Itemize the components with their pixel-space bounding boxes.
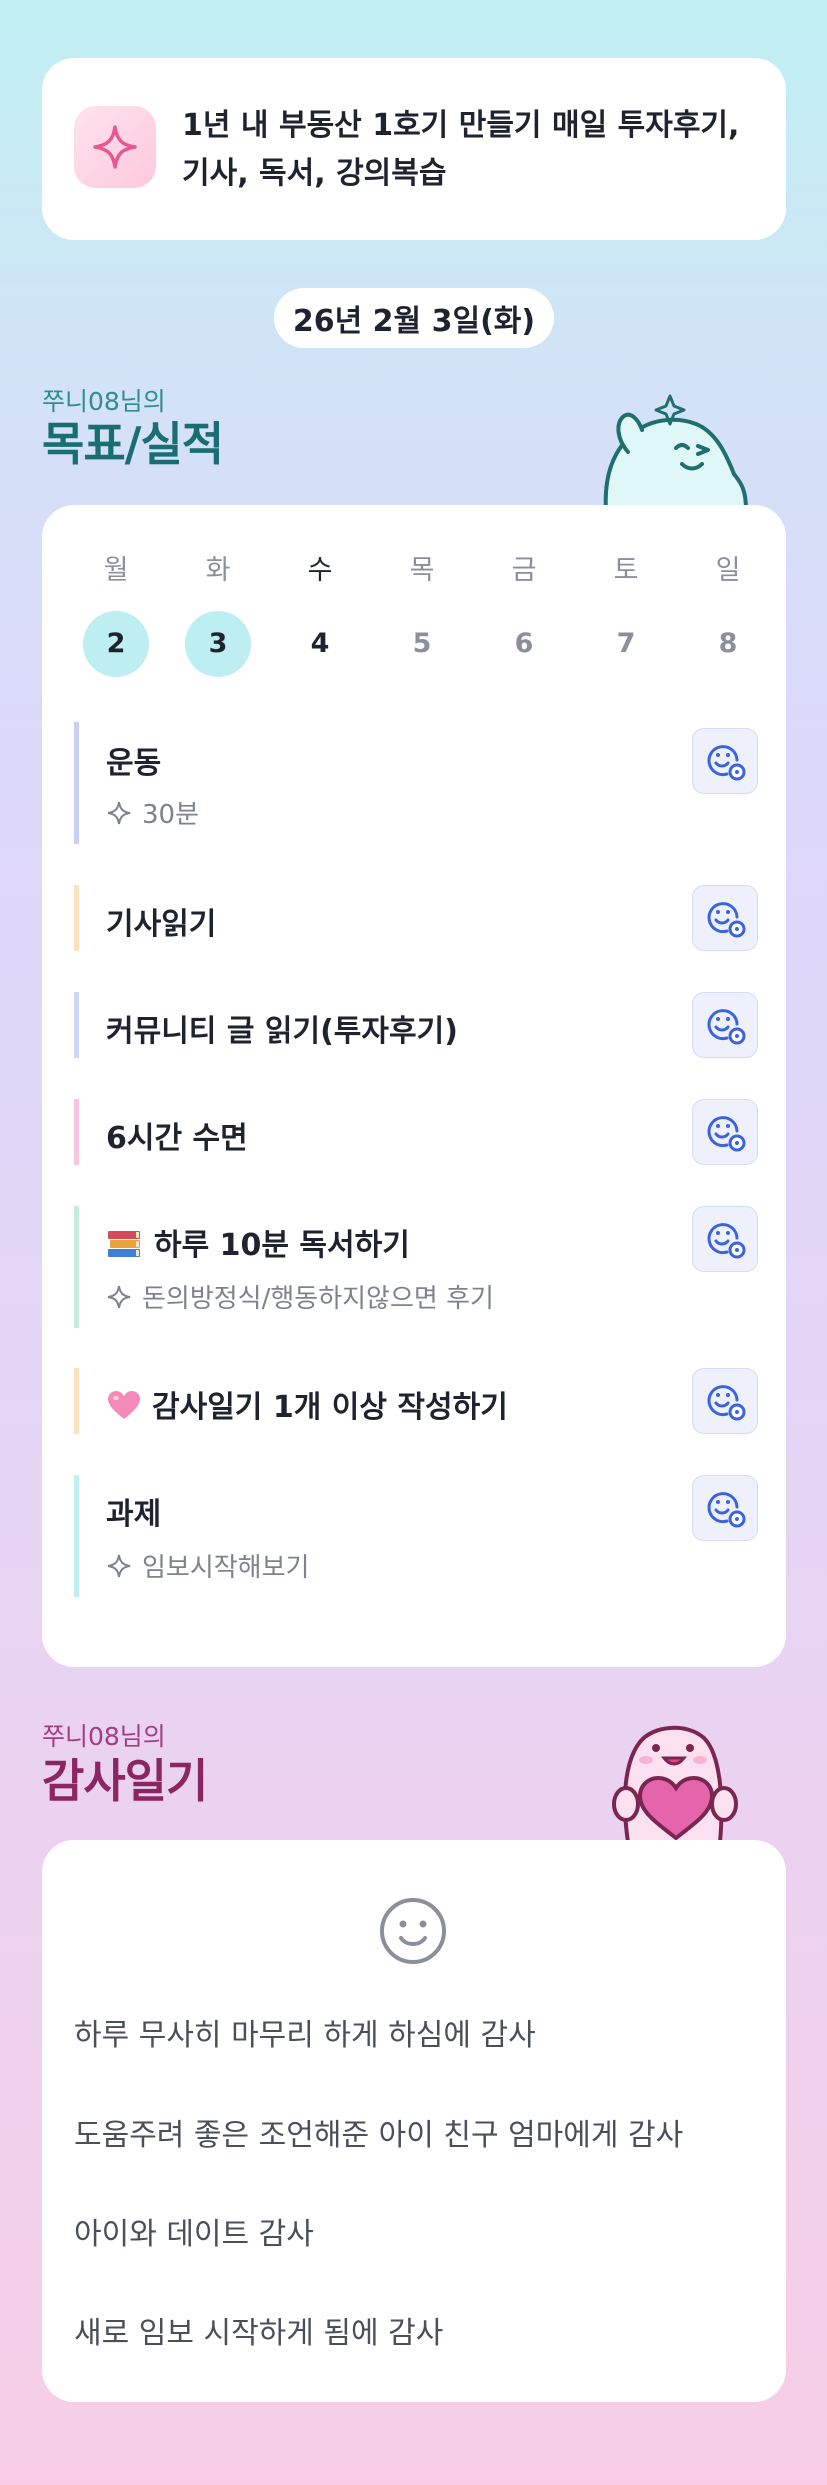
task-name-text: 하루 10분 독서하기 (154, 1228, 410, 1263)
thanks-entry: 하루 무사히 마무리 하게 하심에 감사 (74, 2018, 536, 2053)
day-label: 월 (103, 555, 129, 586)
day-wed[interactable]: 수 4 (285, 551, 355, 677)
day-sun[interactable]: 일 8 (693, 551, 763, 677)
record-result-button[interactable] (692, 1368, 758, 1434)
day-label: 화 (205, 555, 231, 586)
day-label: 금 (511, 555, 537, 586)
day-label: 토 (613, 555, 639, 586)
task-item[interactable]: 감사일기 1개 이상 작성하기 (74, 1368, 758, 1434)
task-name: 운동 (106, 746, 162, 781)
smile-add-icon (707, 1385, 746, 1421)
day-label: 목 (409, 555, 435, 586)
task-name: 커뮤니티 글 읽기(투자후기) (106, 1014, 458, 1049)
day-number: 6 (514, 628, 534, 659)
day-number: 5 (412, 628, 432, 659)
goal-text-line2: 기사, 독서, 강의복습 (182, 156, 447, 191)
sparkle-icon (74, 106, 156, 188)
smiley-icon (380, 1898, 446, 1964)
sparkle-icon (107, 1285, 131, 1308)
record-result-button[interactable] (692, 1475, 758, 1541)
thanks-section-title: 감사일기 (42, 1754, 208, 1808)
day-tue[interactable]: 화 3 (183, 551, 253, 677)
smile-add-icon (707, 1009, 746, 1045)
task-item[interactable]: 6시간 수면 (74, 1099, 758, 1165)
task-item[interactable]: 운동 30분 (74, 722, 758, 844)
thanks-entry: 새로 임보 시작하게 됨에 감사 (74, 2316, 444, 2351)
goals-card: 월 2 화 3 수 4 목 5 금 6 토 7 일 8 운동 30분 기사읽기 … (42, 505, 786, 1667)
smile-add-icon (707, 1116, 746, 1152)
task-note-text: 임보시작해보기 (142, 1553, 310, 1583)
task-item[interactable]: 기사읽기 (74, 885, 758, 951)
task-item[interactable]: 커뮤니티 글 읽기(투자후기) (74, 992, 758, 1058)
task-note: 돈의방정식/행동하지않으면 후기 (106, 1278, 494, 1315)
sparkle-icon (107, 801, 131, 824)
task-name: 기사읽기 (106, 907, 217, 942)
task-note-text: 돈의방정식/행동하지않으면 후기 (142, 1284, 494, 1314)
task-note: 임보시작해보기 (106, 1547, 309, 1584)
day-number: 4 (310, 628, 330, 659)
day-thu[interactable]: 목 5 (387, 551, 457, 677)
date-pill[interactable]: 26년 2월 3일(화) (274, 288, 554, 348)
day-mon[interactable]: 월 2 (81, 551, 151, 677)
week-selector: 월 2 화 3 수 4 목 5 금 6 토 7 일 8 (74, 551, 760, 701)
sparkle-icon (107, 1554, 131, 1577)
smile-add-icon (707, 902, 746, 938)
task-name: 6시간 수면 (106, 1121, 248, 1156)
task-name-text: 감사일기 1개 이상 작성하기 (152, 1390, 508, 1425)
task-name: 하루 10분 독서하기 (106, 1220, 410, 1264)
day-number: 2 (83, 611, 149, 677)
day-label: 수 (307, 555, 333, 586)
task-item[interactable]: 과제 임보시작해보기 (74, 1475, 758, 1597)
books-emoji-icon (108, 1231, 140, 1257)
goals-section-title: 목표/실적 (42, 417, 224, 471)
heart-mascot-illustration (612, 1725, 738, 1842)
record-result-button[interactable] (692, 728, 758, 794)
day-sat[interactable]: 토 7 (591, 551, 661, 677)
record-result-button[interactable] (692, 885, 758, 951)
task-name: 감사일기 1개 이상 작성하기 (106, 1382, 508, 1426)
task-item[interactable]: 하루 10분 독서하기 돈의방정식/행동하지않으면 후기 (74, 1206, 758, 1328)
record-result-button[interactable] (692, 992, 758, 1058)
day-fri[interactable]: 금 6 (489, 551, 559, 677)
record-result-button[interactable] (692, 1206, 758, 1272)
goal-text: 1년 내 부동산 1호기 만들기 매일 투자후기, 기사, 독서, 강의복습 (182, 102, 762, 198)
day-label: 일 (715, 555, 741, 586)
pink-heart-emoji-icon (108, 1391, 140, 1419)
record-result-button[interactable] (692, 1099, 758, 1165)
task-note-text: 30분 (142, 800, 200, 830)
day-number: 7 (616, 628, 636, 659)
day-number: 3 (185, 611, 251, 677)
smile-add-icon (707, 745, 746, 781)
task-note: 30분 (106, 794, 199, 831)
thanks-entry: 아이와 데이트 감사 (74, 2217, 314, 2252)
smile-add-icon (707, 1223, 746, 1259)
goal-card[interactable]: 1년 내 부동산 1호기 만들기 매일 투자후기, 기사, 독서, 강의복습 (42, 58, 786, 240)
day-number: 8 (718, 628, 738, 659)
thanks-entry: 도움주려 좋은 조언해준 아이 친구 엄마에게 감사 (74, 2118, 684, 2153)
smile-add-icon (707, 1492, 746, 1528)
task-name: 과제 (106, 1497, 162, 1532)
thanks-card: 하루 무사히 마무리 하게 하심에 감사 도움주려 좋은 조언해준 아이 친구 … (42, 1840, 786, 2402)
goal-text-line1: 1년 내 부동산 1호기 만들기 매일 투자후기, (182, 108, 740, 143)
cheering-mascot-illustration (603, 394, 749, 510)
